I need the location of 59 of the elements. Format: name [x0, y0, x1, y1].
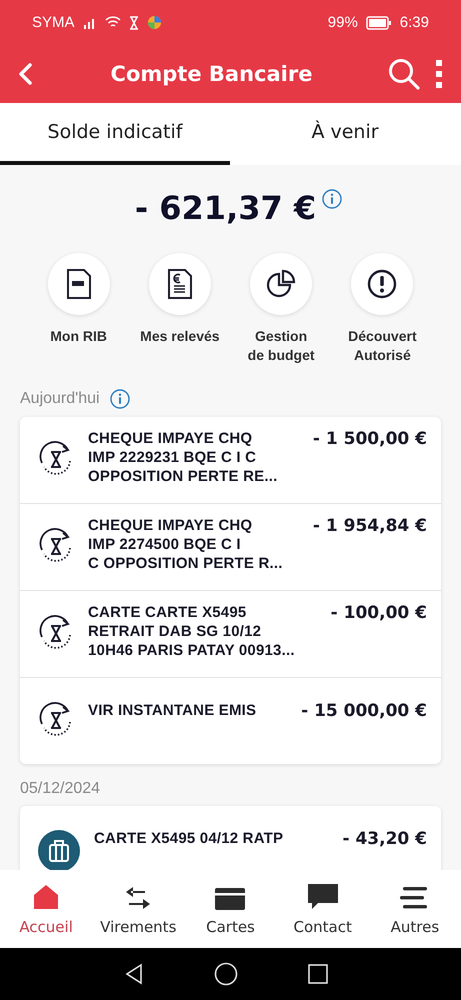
transaction-row[interactable]: CARTE X5495 04/12 RATP - 43,20 € — [20, 806, 441, 870]
shortcut-label: Découvert Autorisé — [348, 327, 417, 365]
pending-hourglass-icon — [38, 528, 74, 564]
section-date: Aujourd'hui — [20, 390, 100, 408]
card-icon — [215, 888, 246, 910]
signal-icon — [82, 16, 97, 28]
shortcut-button[interactable] — [148, 253, 211, 315]
battery-icon — [366, 16, 392, 30]
euro-document-icon — [166, 269, 193, 299]
menu-icon — [400, 886, 430, 910]
transaction-amount: - 1 500,00 € — [312, 429, 427, 449]
chat-bubble-icon — [308, 884, 338, 910]
balance-amount: - 621,37 € — [134, 189, 316, 227]
shortcut-label: Mon RIB — [50, 327, 107, 346]
transaction-description: VIR INSTANTANE EMIS — [88, 701, 258, 720]
tab[interactable]: À venir — [230, 103, 460, 165]
transaction-amount: - 43,20 € — [342, 829, 427, 849]
back-nav-icon[interactable] — [124, 963, 144, 985]
nav-tab[interactable]: Cartes — [184, 870, 277, 948]
nav-tab[interactable]: Autres — [368, 870, 461, 948]
nav-tab[interactable]: Virements — [92, 870, 184, 948]
app-logo-icon — [146, 15, 162, 30]
transaction-amount: - 1 954,84 € — [312, 516, 427, 536]
info-icon[interactable] — [322, 189, 342, 209]
shortcut-label: Gestion de budget — [248, 327, 315, 365]
tab[interactable]: Solde indicatif — [0, 103, 230, 165]
home-icon — [33, 884, 60, 910]
transaction-amount: - 100,00 € — [330, 603, 427, 623]
clock: 6:39 — [400, 14, 429, 31]
transaction-description: CHEQUE IMPAYE CHQ IMP 2229231 BQE C I C OPPOSITION PERTE RE... — [88, 429, 278, 486]
transaction-description: CARTE CARTE X5495 RETRAIT DAB SG 10/12 10H46 PARIS PATAY 00913... — [88, 603, 296, 660]
pending-hourglass-icon — [38, 615, 74, 651]
wifi-icon — [104, 16, 121, 29]
pending-hourglass-icon — [38, 441, 74, 477]
alert-icon — [367, 269, 398, 299]
hourglass-icon — [128, 16, 139, 30]
transaction-description: CHEQUE IMPAYE CHQ IMP 2274500 BQE C I C OPPOSITION PERTE R... — [88, 516, 284, 573]
carrier-name: SYMA — [32, 14, 75, 31]
nav-tab[interactable]: Accueil — [0, 870, 92, 948]
more-options-button[interactable] — [435, 60, 443, 88]
shortcut-label: Mes relevés — [140, 327, 220, 346]
recents-nav-icon[interactable] — [308, 964, 328, 984]
nav-tab[interactable]: Contact — [276, 870, 369, 948]
transaction-amount: - 15 000,00 € — [301, 701, 427, 721]
transaction-row[interactable]: CHEQUE IMPAYE CHQ IMP 2229231 BQE C I C OPPOSITION PERTE RE... - 1 500,00 € — [20, 417, 441, 503]
document-icon — [66, 269, 92, 299]
screen-title: Compte Bancaire — [110, 62, 314, 86]
search-button[interactable] — [387, 57, 421, 91]
transaction-row[interactable]: CARTE CARTE X5495 RETRAIT DAB SG 10/12 10H46 PARIS PATAY 00913... - 100,00 € — [20, 590, 441, 677]
pending-hourglass-icon — [38, 702, 74, 738]
battery-percent: 99% — [328, 14, 358, 31]
shortcut-button[interactable] — [48, 253, 110, 315]
pie-chart-icon — [266, 269, 296, 299]
section-date: 05/12/2024 — [20, 780, 100, 798]
info-icon[interactable] — [110, 389, 130, 409]
home-nav-icon[interactable] — [214, 962, 238, 986]
transaction-row[interactable]: VIR INSTANTANE EMIS - 15 000,00 € — [20, 677, 441, 764]
transaction-row[interactable]: CHEQUE IMPAYE CHQ IMP 2274500 BQE C I C OPPOSITION PERTE R... - 1 954,84 € — [20, 503, 441, 590]
transaction-description: CARTE X5495 04/12 RATP — [94, 829, 284, 848]
